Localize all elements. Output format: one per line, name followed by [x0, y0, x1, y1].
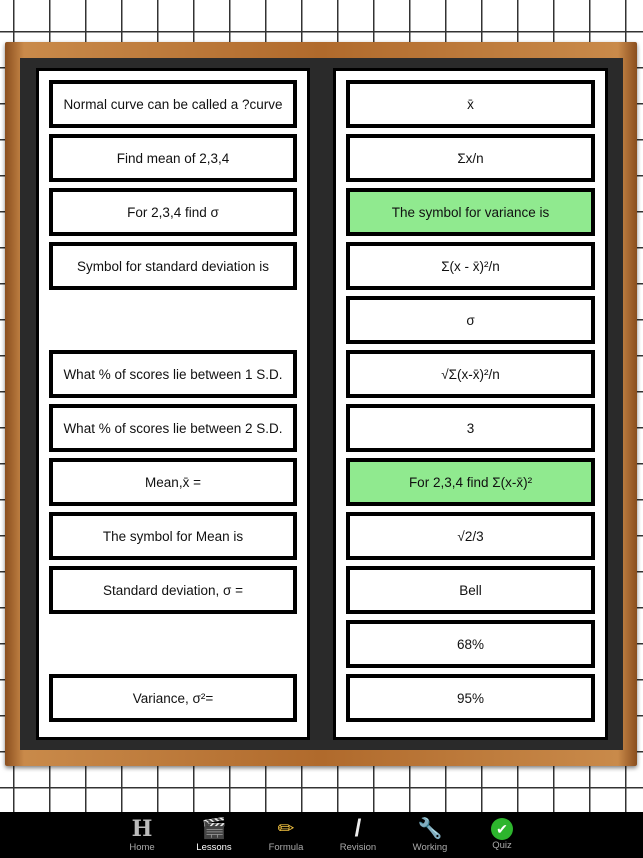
answer-card[interactable]: Σx/n [346, 134, 595, 182]
tab-label: Home [129, 842, 155, 853]
question-card[interactable]: The symbol for Mean is [49, 512, 297, 560]
tab-label: Working [412, 842, 448, 853]
chalk-icon: / [354, 815, 362, 842]
answer-card[interactable]: Σ(x - x̄)²/n [346, 242, 595, 290]
tab-label: Lessons [196, 842, 232, 853]
clapperboard-icon: 🎬 [201, 818, 227, 840]
question-card[interactable]: What % of scores lie between 2 S.D. [49, 404, 297, 452]
tab-lessons[interactable]: 🎬 Lessons [179, 816, 249, 858]
tab-label: Revision [339, 842, 377, 853]
answer-card[interactable]: 68% [346, 620, 595, 668]
tab-quiz[interactable]: ✔ Quiz [467, 816, 537, 858]
answer-card[interactable]: 3 [346, 404, 595, 452]
answers-column: x̄ Σx/n The symbol for variance is Σ(x - x̄… [333, 68, 608, 740]
tab-bar: H Home 🎬 Lessons ✏ Formula / Revision 🔧 Working ✔ Q… [0, 812, 643, 858]
answer-card[interactable]: √2/3 [346, 512, 595, 560]
wooden-frame: Normal curve can be called a ?curve Find … [5, 42, 637, 766]
question-card[interactable]: Standard deviation, σ = [49, 566, 297, 614]
answer-card[interactable]: For 2,3,4 find Σ(x-x̄)² [346, 458, 595, 506]
checkmark-icon: ✔ [491, 818, 513, 840]
question-card[interactable]: Symbol for standard deviation is [49, 242, 297, 290]
tab-label: Quiz [492, 840, 512, 851]
question-card[interactable]: Mean,x̄ = [49, 458, 297, 506]
answer-card[interactable]: σ [346, 296, 595, 344]
question-card[interactable]: Variance, σ²= [49, 674, 297, 722]
answer-card[interactable]: √Σ(x-x̄)²/n [346, 350, 595, 398]
tab-working[interactable]: 🔧 Working [395, 816, 465, 858]
question-card[interactable]: Find mean of 2,3,4 [49, 134, 297, 182]
home-h-icon: H [131, 816, 153, 842]
blackboard: Normal curve can be called a ?curve Find … [20, 58, 623, 750]
answer-card[interactable]: The symbol for variance is [346, 188, 595, 236]
tab-home[interactable]: H Home [107, 816, 177, 858]
question-card[interactable]: Normal curve can be called a ?curve [49, 80, 297, 128]
tab-label: Formula [268, 842, 304, 853]
wrench-icon: 🔧 [417, 818, 443, 840]
question-card[interactable]: For 2,3,4 find σ [49, 188, 297, 236]
questions-column: Normal curve can be called a ?curve Find … [36, 68, 310, 740]
answer-card[interactable]: Bell [346, 566, 595, 614]
question-card[interactable]: What % of scores lie between 1 S.D. [49, 350, 297, 398]
answer-card[interactable]: x̄ [346, 80, 595, 128]
tab-revision[interactable]: / Revision [323, 816, 393, 858]
tab-formula[interactable]: ✏ Formula [251, 816, 321, 858]
answer-card[interactable]: 95% [346, 674, 595, 722]
pencil-icon: ✏ [277, 818, 295, 840]
